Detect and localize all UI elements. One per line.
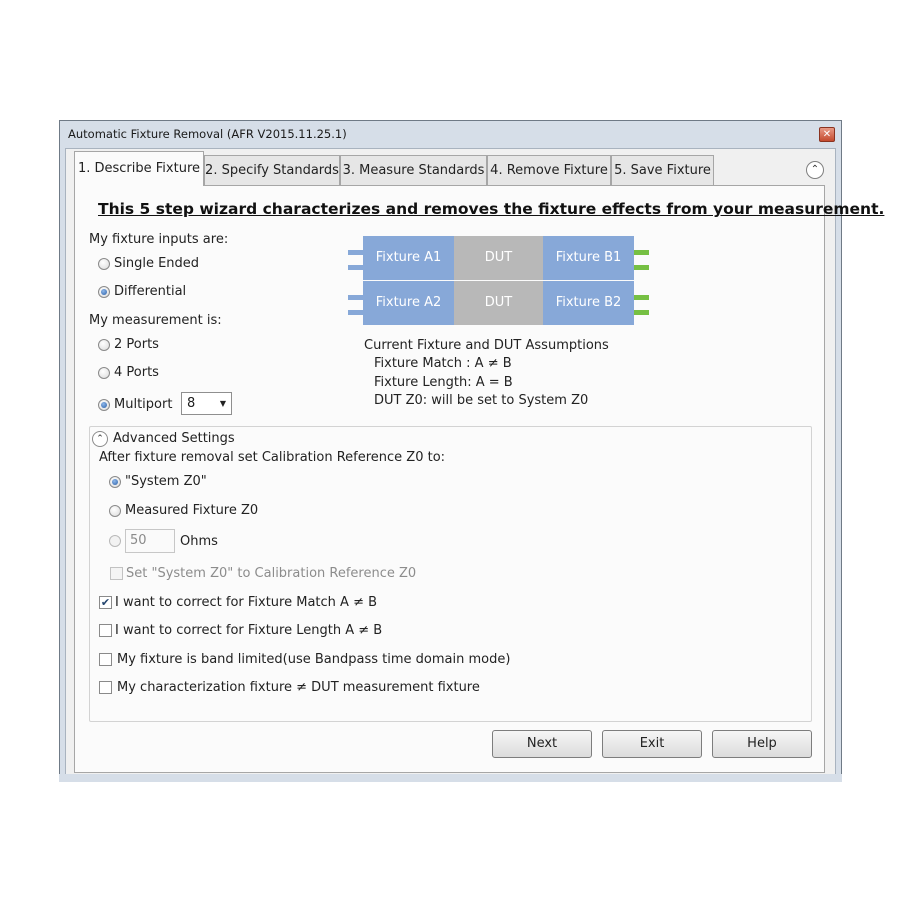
custom-z0-radio[interactable] bbox=[109, 535, 121, 547]
title-bar[interactable]: Automatic Fixture Removal (AFR V2015.11.… bbox=[60, 121, 841, 147]
set-system-z0-checkbox[interactable] bbox=[110, 567, 123, 580]
correct-fixture-length-label[interactable]: I want to correct for Fixture Length A ≠… bbox=[115, 623, 382, 638]
different-fixture-checkbox[interactable] bbox=[99, 681, 112, 694]
advanced-settings-collapse-icon[interactable]: ⌃ bbox=[92, 431, 108, 447]
dut-block-2: DUT bbox=[454, 281, 543, 325]
multiport-count-value: 8 bbox=[187, 396, 196, 411]
measurement-label: My measurement is: bbox=[89, 313, 222, 328]
assumption-fixture-match: Fixture Match : A ≠ B bbox=[374, 356, 512, 371]
tab-remove-fixture[interactable]: 4. Remove Fixture bbox=[487, 155, 611, 185]
fixture-inputs-label: My fixture inputs are: bbox=[89, 232, 229, 247]
four-ports-radio[interactable] bbox=[98, 367, 110, 379]
two-ports-radio[interactable] bbox=[98, 339, 110, 351]
fixture-a1-block: Fixture A1 bbox=[363, 236, 454, 280]
tab-specify-standards[interactable]: 2. Specify Standards bbox=[204, 155, 340, 185]
exit-button[interactable]: Exit bbox=[602, 730, 702, 758]
z0-prompt-label: After fixture removal set Calibration Re… bbox=[99, 450, 446, 465]
help-button[interactable]: Help bbox=[712, 730, 812, 758]
four-ports-label[interactable]: 4 Ports bbox=[114, 365, 159, 380]
band-limited-checkbox[interactable] bbox=[99, 653, 112, 666]
correct-fixture-length-checkbox[interactable] bbox=[99, 624, 112, 637]
multiport-radio[interactable] bbox=[98, 399, 110, 411]
collapse-panel-icon[interactable]: ⌃ bbox=[806, 161, 824, 179]
multiport-label[interactable]: Multiport bbox=[114, 397, 172, 412]
ohms-unit-label: Ohms bbox=[180, 534, 218, 549]
tab-save-fixture[interactable]: 5. Save Fixture bbox=[611, 155, 714, 185]
system-z0-radio[interactable] bbox=[109, 476, 121, 488]
fixture-b1-block: Fixture B1 bbox=[543, 236, 634, 280]
port-pin-a1-top bbox=[348, 250, 363, 255]
window-bottom-edge bbox=[59, 774, 842, 782]
measured-fixture-z0-radio[interactable] bbox=[109, 505, 121, 517]
port-pin-a1-bottom bbox=[348, 265, 363, 270]
port-pin-a2-top bbox=[348, 295, 363, 300]
correct-fixture-match-checkbox[interactable]: ✔ bbox=[99, 596, 112, 609]
advanced-settings-label[interactable]: Advanced Settings bbox=[113, 431, 235, 446]
multiport-count-select[interactable]: 8 ▼ bbox=[181, 392, 232, 415]
wizard-heading: This 5 step wizard characterizes and rem… bbox=[98, 200, 885, 218]
close-icon[interactable]: ✕ bbox=[819, 127, 835, 142]
port-pin-a2-bottom bbox=[348, 310, 363, 315]
port-pin-b2-bottom bbox=[634, 310, 649, 315]
port-pin-b2-top bbox=[634, 295, 649, 300]
band-limited-label[interactable]: My fixture is band limited(use Bandpass … bbox=[117, 652, 510, 667]
fixture-a2-block: Fixture A2 bbox=[363, 281, 454, 325]
port-pin-b1-bottom bbox=[634, 265, 649, 270]
next-button[interactable]: Next bbox=[492, 730, 592, 758]
system-z0-label[interactable]: "System Z0" bbox=[125, 474, 207, 489]
two-ports-label[interactable]: 2 Ports bbox=[114, 337, 159, 352]
correct-fixture-match-label[interactable]: I want to correct for Fixture Match A ≠ … bbox=[115, 595, 377, 610]
dut-block-1: DUT bbox=[454, 236, 543, 280]
single-ended-label[interactable]: Single Ended bbox=[114, 256, 199, 271]
different-fixture-label[interactable]: My characterization fixture ≠ DUT measur… bbox=[117, 680, 480, 695]
differential-label[interactable]: Differential bbox=[114, 284, 186, 299]
fixture-b2-block: Fixture B2 bbox=[543, 281, 634, 325]
chevron-down-icon: ▼ bbox=[219, 399, 226, 408]
differential-radio[interactable] bbox=[98, 286, 110, 298]
single-ended-radio[interactable] bbox=[98, 258, 110, 270]
custom-z0-ohms-input[interactable]: 50 bbox=[125, 529, 175, 553]
tab-describe-fixture[interactable]: 1. Describe Fixture bbox=[74, 151, 204, 186]
assumptions-title: Current Fixture and DUT Assumptions bbox=[364, 338, 609, 353]
tab-measure-standards[interactable]: 3. Measure Standards bbox=[340, 155, 487, 185]
measured-fixture-z0-label[interactable]: Measured Fixture Z0 bbox=[125, 503, 258, 518]
window-title: Automatic Fixture Removal (AFR V2015.11.… bbox=[68, 127, 347, 141]
assumption-fixture-length: Fixture Length: A = B bbox=[374, 375, 513, 390]
port-pin-b1-top bbox=[634, 250, 649, 255]
set-system-z0-label[interactable]: Set "System Z0" to Calibration Reference… bbox=[126, 566, 416, 581]
assumption-dut-z0: DUT Z0: will be set to System Z0 bbox=[374, 393, 589, 408]
